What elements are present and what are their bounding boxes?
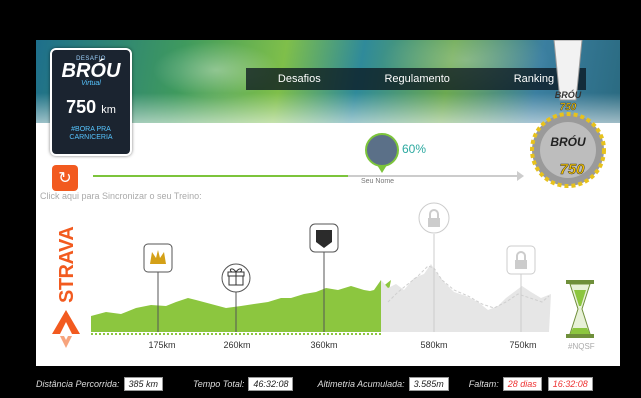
time-value: 46:32:08 <box>248 377 294 391</box>
checkpoint-km-label: 360km <box>310 340 338 350</box>
altimetry-value: 3.585m <box>408 377 449 391</box>
challenge-panel: Desafios Regulamento Ranking DESAFIO BRÓ… <box>36 40 620 366</box>
checkpoint-km-label: 260km <box>223 340 251 350</box>
completed-peak <box>366 280 381 332</box>
stats-bar: Distância Percorrida: 385 km Tempo Total… <box>0 370 641 398</box>
elevation-profile <box>91 202 551 335</box>
distance-value: 385 km <box>123 377 164 391</box>
checkpoint-km-label: 175km <box>148 340 176 350</box>
hourglass-icon <box>566 280 594 338</box>
checkpoint-km-label: 750km <box>509 340 537 350</box>
distance-label: Distância Percorrida: <box>36 379 120 389</box>
hourglass-tag: #NQSF <box>568 342 595 351</box>
remaining-time: 16:32:08 <box>547 377 593 391</box>
time-label: Tempo Total: <box>193 379 245 389</box>
remaining-days: 28 dias <box>502 377 542 391</box>
checkpoint-km-label: 580km <box>420 340 448 350</box>
altimetry-label: Altimetria Acumulada: <box>317 379 405 389</box>
remaining-label: Faltam: <box>468 379 499 389</box>
elevation-chart <box>91 202 551 335</box>
